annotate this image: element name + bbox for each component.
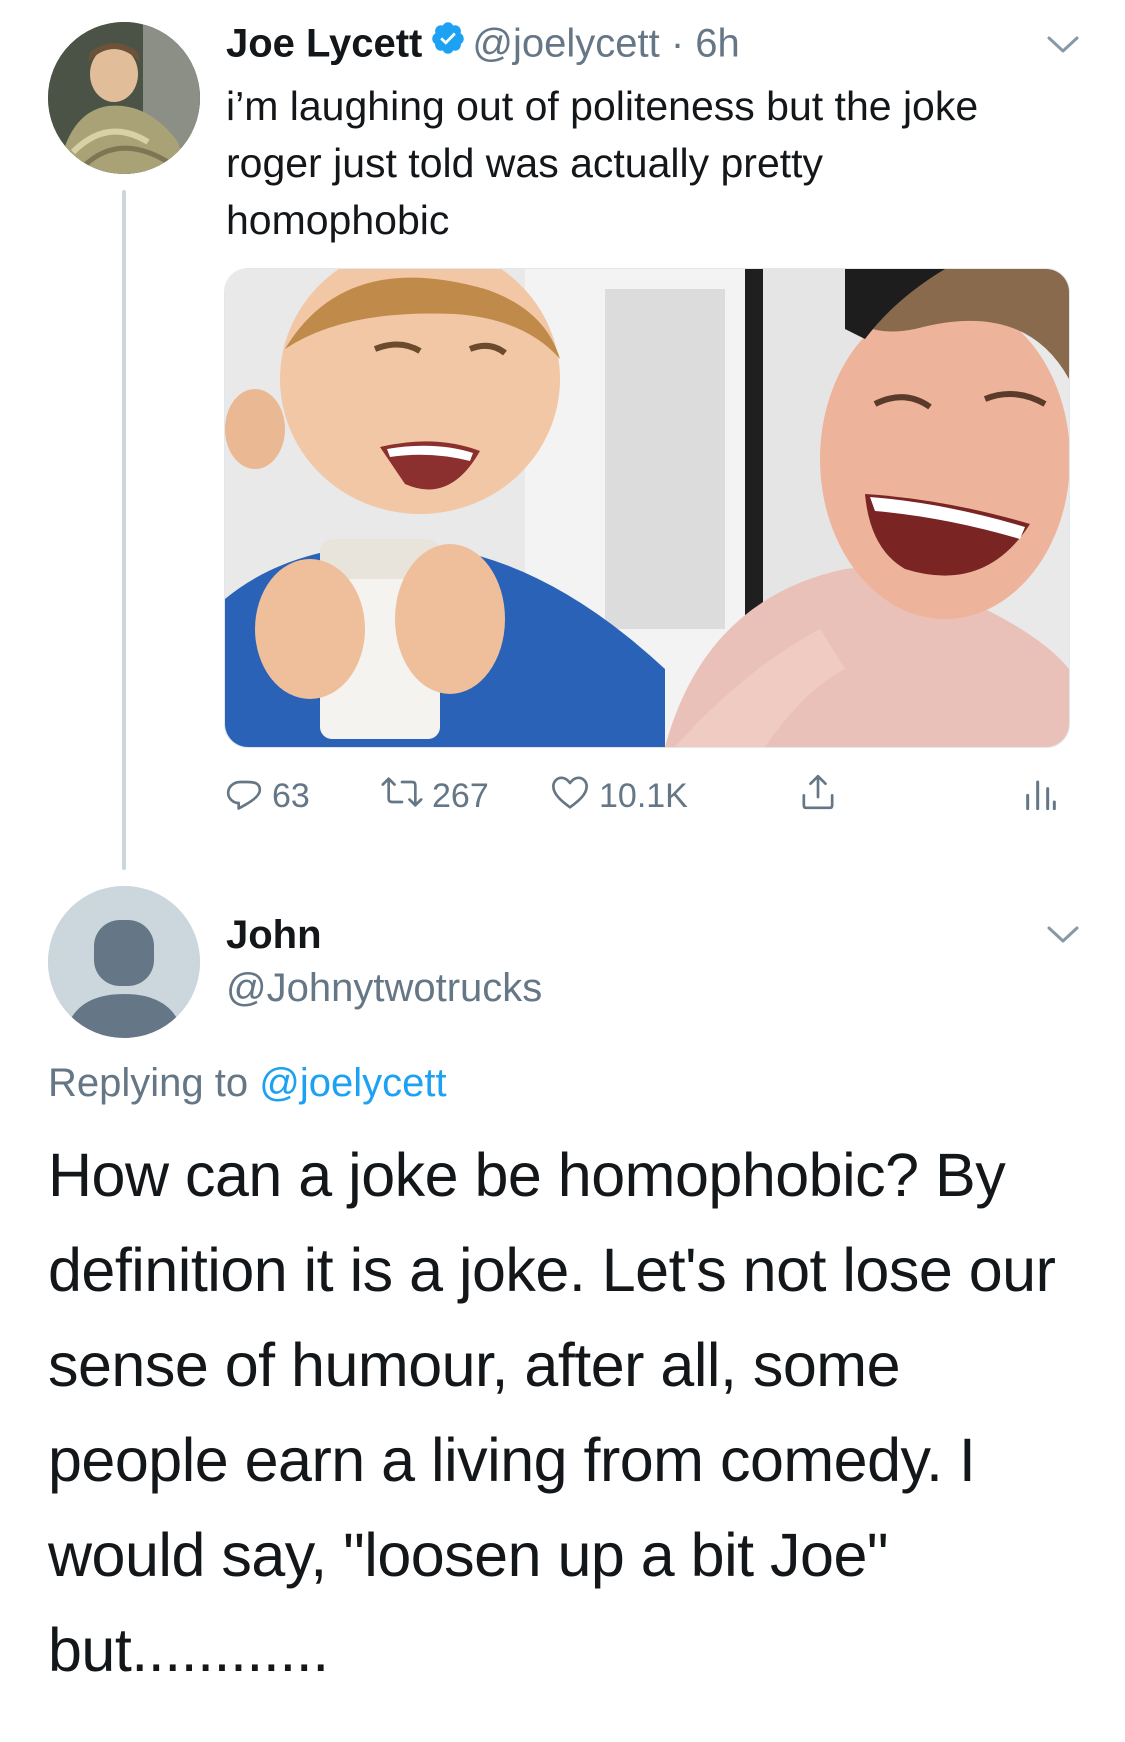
author-name[interactable]: Joe Lycett: [226, 22, 422, 66]
reply-author-name[interactable]: John: [226, 910, 322, 960]
analytics-icon: [1024, 772, 1058, 821]
replying-to-mention-link[interactable]: @joelycett: [259, 1061, 446, 1105]
retweet-button[interactable]: 267: [380, 770, 489, 822]
share-button[interactable]: [798, 770, 838, 822]
retweet-count: 267: [432, 776, 489, 815]
separator-dot: ·: [670, 21, 685, 66]
reply-text: How can a joke be homophobic? By definit…: [48, 1141, 1056, 1684]
thread-connector-line: [122, 190, 126, 870]
tweet-media-photo[interactable]: [224, 268, 1070, 748]
retweet-icon: [380, 772, 424, 821]
replying-to-line: Replying to @joelycett: [48, 1057, 447, 1109]
tweet-menu-chevron-down-icon[interactable]: [1046, 34, 1080, 56]
like-count: 10.1K: [599, 776, 688, 815]
tweet-text: i’m laughing out of politeness but the j…: [226, 83, 979, 243]
verified-badge-icon: [430, 18, 466, 68]
avatar-photo: [48, 22, 200, 174]
reply-author-handle[interactable]: @Johnytwotrucks: [226, 963, 542, 1013]
reply-menu-chevron-down-icon[interactable]: [1046, 924, 1080, 946]
tweet-time[interactable]: 6h: [695, 22, 740, 66]
avatar-john-default[interactable]: [48, 886, 200, 1038]
share-icon: [798, 771, 838, 822]
heart-icon: [549, 772, 591, 821]
analytics-button[interactable]: [1024, 770, 1058, 822]
author-handle[interactable]: @joelycett: [472, 22, 659, 66]
tweet-actions: 63 267 10.1K: [224, 770, 1068, 822]
reply-count: 63: [272, 776, 310, 815]
replying-to-label: Replying to: [48, 1061, 249, 1105]
tweet-thread: Joe Lycett @joelycett · 6h i’m laughing o…: [0, 0, 1125, 1742]
avatar-joe-lycett[interactable]: [48, 22, 200, 174]
tweet-header: Joe Lycett @joelycett · 6h: [226, 18, 740, 74]
reply-button[interactable]: 63: [224, 770, 310, 822]
like-button[interactable]: 10.1K: [549, 770, 688, 822]
photo-boy-and-man-laughing: [225, 269, 1069, 747]
reply-icon: [224, 772, 264, 821]
default-profile-icon: [48, 886, 200, 1038]
